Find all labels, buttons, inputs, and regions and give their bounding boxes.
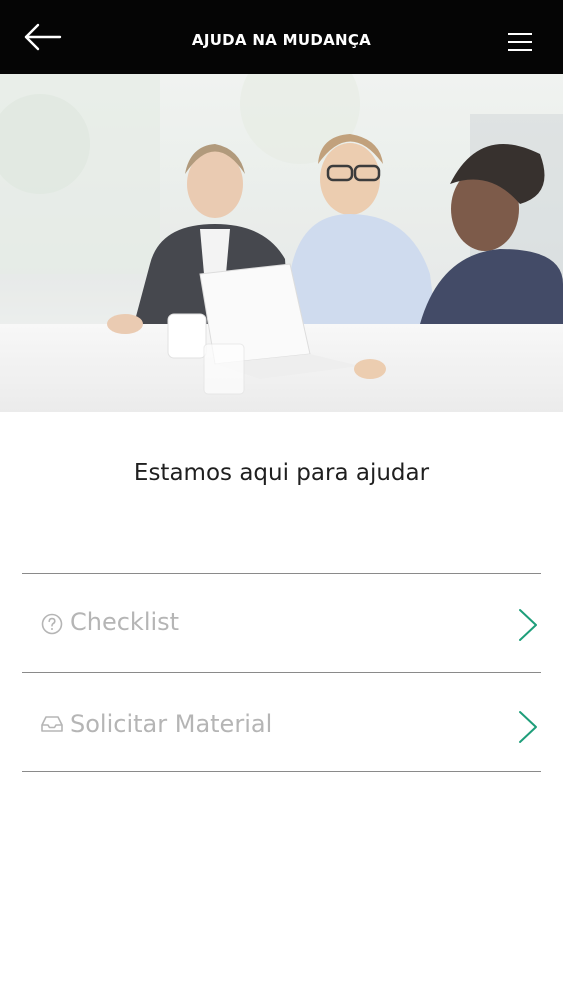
hero-image	[0, 74, 563, 412]
hamburger-menu-icon	[508, 33, 532, 51]
divider	[22, 672, 541, 673]
chevron-right-icon	[519, 609, 537, 641]
divider	[22, 771, 541, 772]
question-circle-icon	[41, 613, 63, 635]
list-item-label: Checklist	[70, 608, 180, 636]
menu-button[interactable]	[507, 30, 533, 54]
section-heading: Estamos aqui para ajudar	[133, 460, 430, 486]
page-title: AJUDA NA MUDANÇA	[191, 31, 372, 49]
meeting-photo	[0, 74, 563, 412]
inbox-tray-icon	[41, 716, 63, 732]
top-bar: AJUDA NA MUDANÇA	[0, 0, 563, 74]
list-item-checklist[interactable]: Checklist	[22, 574, 541, 672]
list-item-solicitar-material[interactable]: Solicitar Material	[22, 676, 541, 774]
app-screen: AJUDA NA MUDANÇA Estamos aqui para ajuda…	[0, 0, 563, 1000]
chevron-right-icon	[519, 711, 537, 743]
list-item-label: Solicitar Material	[70, 710, 273, 738]
